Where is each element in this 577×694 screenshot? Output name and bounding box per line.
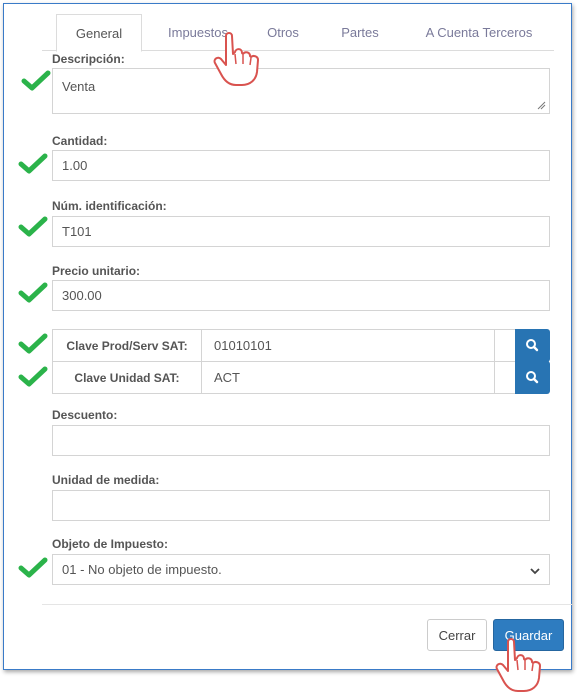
clave-unidad-group: Clave Unidad SAT: ACT bbox=[52, 361, 550, 394]
clave-prod-serv-group: Clave Prod/Serv SAT: 01010101 bbox=[52, 329, 550, 362]
descuento-label: Descuento: bbox=[52, 408, 118, 422]
cantidad-input[interactable]: 1.00 bbox=[52, 150, 550, 181]
unidad-medida-input[interactable] bbox=[52, 490, 550, 521]
clave-unidad-spacer bbox=[494, 361, 516, 394]
unidad-medida-label: Unidad de medida: bbox=[52, 473, 160, 487]
search-icon bbox=[526, 371, 539, 384]
tab-general[interactable]: General bbox=[56, 14, 142, 52]
objeto-impuesto-select[interactable]: 01 - No objeto de impuesto. bbox=[52, 554, 550, 585]
clave-unidad-value: ACT bbox=[214, 370, 240, 385]
tab-partes[interactable]: Partes bbox=[322, 14, 398, 50]
num-identificacion-value: T101 bbox=[62, 224, 92, 239]
objeto-impuesto-label: Objeto de Impuesto: bbox=[52, 537, 169, 551]
objeto-impuesto-value: 01 - No objeto de impuesto. bbox=[62, 562, 222, 577]
checkmark-icon bbox=[21, 70, 51, 91]
chevron-down-icon bbox=[530, 568, 540, 575]
checkmark-icon bbox=[18, 153, 48, 174]
tab-a-cuenta-terceros[interactable]: A Cuenta Terceros bbox=[404, 14, 554, 50]
clave-unidad-search-button[interactable] bbox=[515, 361, 550, 394]
descripcion-label: Descripción: bbox=[52, 52, 125, 66]
checkmark-icon bbox=[18, 282, 48, 303]
descuento-input[interactable] bbox=[52, 425, 550, 456]
search-icon bbox=[526, 339, 539, 352]
checkmark-icon bbox=[18, 333, 48, 354]
clave-unidad-input[interactable]: ACT bbox=[201, 361, 495, 394]
clave-prod-serv-spacer bbox=[494, 329, 516, 362]
clave-prod-serv-label: Clave Prod/Serv SAT: bbox=[52, 329, 202, 362]
resize-grip-icon[interactable] bbox=[537, 101, 546, 110]
hand-pointer-icon bbox=[213, 32, 259, 86]
precio-unitario-input[interactable]: 300.00 bbox=[52, 280, 550, 311]
clave-unidad-label: Clave Unidad SAT: bbox=[52, 361, 202, 394]
dialog-frame: General Impuestos Otros Partes A Cuenta … bbox=[3, 3, 572, 670]
cantidad-label: Cantidad: bbox=[52, 134, 108, 148]
num-identificacion-input[interactable]: T101 bbox=[52, 216, 550, 247]
descripcion-value: Venta bbox=[62, 79, 96, 94]
precio-unitario-value: 300.00 bbox=[62, 288, 102, 303]
hand-pointer-icon bbox=[495, 638, 541, 692]
descripcion-textarea[interactable]: Venta bbox=[52, 68, 550, 114]
cerrar-button[interactable]: Cerrar bbox=[427, 619, 487, 651]
clave-prod-serv-input[interactable]: 01010101 bbox=[201, 329, 495, 362]
tab-bar: General Impuestos Otros Partes A Cuenta … bbox=[42, 14, 554, 52]
cantidad-value: 1.00 bbox=[62, 158, 88, 173]
checkmark-icon bbox=[18, 216, 48, 237]
clave-prod-serv-search-button[interactable] bbox=[515, 329, 550, 362]
clave-prod-serv-value: 01010101 bbox=[214, 338, 272, 353]
checkmark-icon bbox=[18, 366, 48, 387]
precio-unitario-label: Precio unitario: bbox=[52, 264, 141, 278]
footer-divider bbox=[42, 604, 572, 605]
checkmark-icon bbox=[18, 557, 48, 578]
num-identificacion-label: Núm. identificación: bbox=[52, 199, 167, 213]
